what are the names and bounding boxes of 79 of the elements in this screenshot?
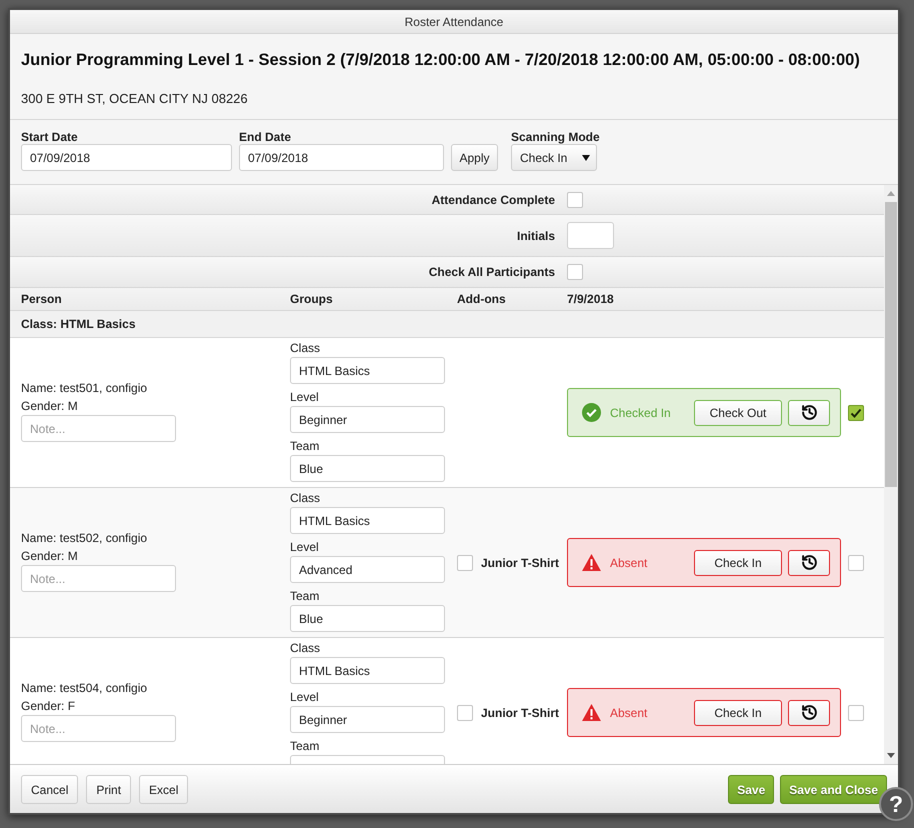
field-label: Level: [290, 389, 319, 405]
group-field[interactable]: HTML Basics: [290, 657, 445, 684]
history-button[interactable]: [788, 400, 830, 426]
end-date-field[interactable]: 07/09/2018: [239, 144, 444, 171]
cancel-button[interactable]: Cancel: [21, 775, 78, 804]
group-field[interactable]: HTML Basics: [290, 507, 445, 534]
field-label: Scanning Mode: [511, 131, 600, 144]
note-field[interactable]: Note...: [21, 565, 176, 592]
field-label: Level: [290, 539, 319, 555]
column-header: 7/9/2018: [567, 292, 614, 306]
status-action-button[interactable]: Check Out: [694, 400, 782, 426]
person-name: Name: test501, configio: [21, 380, 148, 397]
tick-icon: [850, 406, 862, 418]
row-checkbox[interactable]: [848, 554, 864, 570]
field-label: Team: [290, 588, 320, 604]
check-circle-icon: [582, 403, 601, 422]
history-button[interactable]: [788, 700, 830, 726]
group-field[interactable]: Beginner: [290, 706, 445, 733]
caret-icon: [582, 154, 590, 160]
status-label: Absent: [610, 554, 648, 572]
history-icon: [800, 554, 818, 571]
column-header: Person: [21, 292, 62, 306]
session-title: Junior Programming Level 1 - Session 2 (7/9/2018 12:00:00 AM - 7/20/2018 12:00:00 AM, 05:00:00 - 08:00:00): [21, 50, 860, 70]
person-gender: Gender: F: [21, 698, 76, 715]
option-checkbox[interactable]: [567, 264, 583, 280]
group-field[interactable]: Blue: [290, 455, 445, 482]
status-action-button[interactable]: Check In: [694, 550, 782, 576]
note-field[interactable]: Note...: [21, 415, 176, 442]
apply-button[interactable]: Apply: [451, 144, 498, 171]
option-label: Initials: [516, 228, 555, 244]
row-checkbox[interactable]: [848, 404, 864, 420]
person-gender: Gender: M: [21, 548, 78, 565]
addon-label: Junior T-Shirt: [481, 704, 559, 722]
group-label: Class: HTML Basics: [21, 316, 136, 333]
person-name: Name: test502, configio: [21, 530, 148, 547]
scroll-up-arrow-icon[interactable]: [887, 191, 895, 196]
field-label: Class: [290, 490, 320, 506]
scrollbar-thumb[interactable]: [885, 202, 897, 487]
warning-icon: [582, 704, 601, 721]
option-label: Attendance Complete: [432, 192, 555, 208]
field-label: Team: [290, 738, 320, 754]
note-field[interactable]: Note...: [21, 715, 176, 742]
option-checkbox[interactable]: [567, 192, 583, 208]
column-header: Add-ons: [457, 292, 506, 306]
scrollbar[interactable]: [884, 185, 898, 764]
field-label: End Date: [239, 131, 292, 144]
print-button[interactable]: Print: [86, 775, 132, 804]
start-date-field[interactable]: 07/09/2018: [21, 144, 232, 171]
column-header: Groups: [290, 292, 333, 306]
initials-field[interactable]: [567, 222, 614, 249]
scroll-down-arrow-icon[interactable]: [887, 753, 895, 758]
status-label: Absent: [610, 704, 648, 722]
group-field[interactable]: Advanced: [290, 556, 445, 583]
history-icon: [800, 704, 818, 721]
group-field[interactable]: Blue: [290, 605, 445, 632]
scanning-mode-select[interactable]: Check In: [511, 144, 597, 171]
person-name: Name: test504, configio: [21, 680, 148, 697]
status-action-button[interactable]: Check In: [694, 700, 782, 726]
help-button[interactable]: ?: [879, 787, 913, 821]
addon-label: Junior T-Shirt: [481, 554, 559, 572]
field-label: Start Date: [21, 131, 78, 144]
field-label: Class: [290, 340, 320, 356]
field-label: Class: [290, 640, 320, 656]
history-button[interactable]: [788, 550, 830, 576]
group-field[interactable]: HTML Basics: [290, 357, 445, 384]
window-title: Roster Attendance: [404, 14, 504, 30]
address-text: 300 E 9TH ST, OCEAN CITY NJ 08226: [21, 91, 248, 107]
field-label: Level: [290, 689, 319, 705]
addon-checkbox[interactable]: [457, 554, 473, 570]
status-label: Checked In: [610, 404, 671, 422]
option-label: Check All Participants: [428, 264, 555, 281]
addon-checkbox[interactable]: [457, 704, 473, 720]
excel-button[interactable]: Excel: [139, 775, 188, 804]
warning-icon: [582, 554, 601, 571]
row-checkbox[interactable]: [848, 704, 864, 720]
group-field[interactable]: Beginner: [290, 406, 445, 433]
field-label: Team: [290, 438, 320, 454]
history-icon: [800, 404, 818, 421]
person-gender: Gender: M: [21, 398, 78, 415]
